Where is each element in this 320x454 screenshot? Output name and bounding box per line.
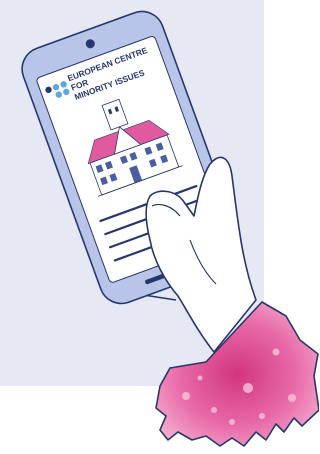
- illustration: EUROPEAN CENTRE FOR MINORITY ISSUES: [21, 10, 319, 447]
